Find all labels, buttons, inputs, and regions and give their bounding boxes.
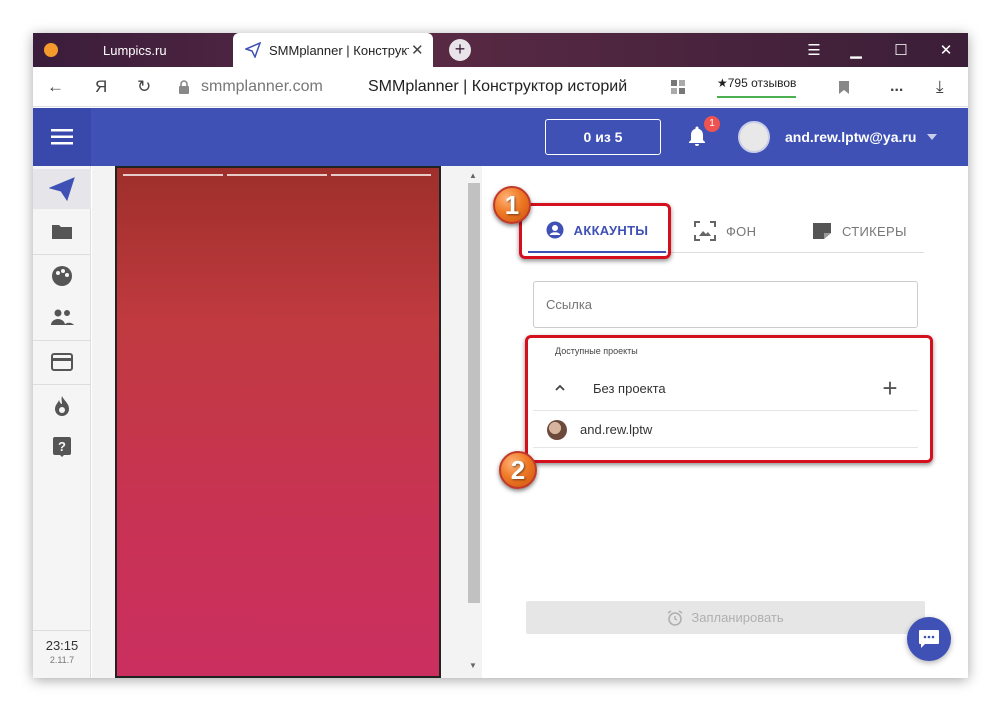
folder-icon — [52, 225, 72, 239]
user-avatar[interactable] — [738, 121, 770, 153]
address-bar: ← Я ↻ smmplanner.com SMMplanner | Констр… — [33, 67, 968, 107]
url-field[interactable]: smmplanner.com — [201, 67, 323, 107]
tab-strip: Lumpics.ru SMMplanner | Конструктор исто… — [33, 33, 968, 67]
clock-time: 23:15 — [45, 638, 79, 653]
sidebar-item-trending[interactable] — [33, 386, 91, 426]
scroll-down-icon[interactable]: ▼ — [469, 661, 477, 670]
link-input[interactable] — [533, 281, 918, 328]
credit-card-icon — [51, 353, 73, 371]
close-tab-icon[interactable]: ✕ — [411, 41, 424, 59]
paper-plane-icon — [245, 42, 261, 58]
more-icon[interactable]: ... — [890, 67, 903, 107]
app-version: 2.11.7 — [49, 655, 75, 665]
tab-stickers[interactable]: СТИКЕРЫ — [812, 209, 907, 253]
sidebar-item-folder[interactable] — [33, 211, 91, 251]
tab-label: ФОН — [726, 223, 757, 239]
flame-icon — [55, 396, 69, 416]
browser-menu-icon[interactable]: ☰ — [791, 33, 837, 67]
bookmark-icon[interactable] — [838, 80, 850, 95]
schedule-label: Запланировать — [691, 610, 784, 625]
scroll-up-icon[interactable]: ▲ — [469, 171, 477, 180]
schedule-button[interactable]: Запланировать — [526, 601, 925, 634]
tab-label: SMMplanner | Конструктор историй — [269, 42, 409, 58]
lock-icon — [179, 80, 189, 94]
chevron-down-icon[interactable] — [927, 134, 937, 140]
step-badge-1: 1 — [493, 186, 531, 224]
tab-label: СТИКЕРЫ — [842, 223, 907, 239]
tab-background[interactable]: ФОН — [694, 209, 756, 253]
story-canvas[interactable] — [115, 166, 441, 678]
tab-smmplanner[interactable]: SMMplanner | Конструктор историй ✕ — [233, 33, 433, 67]
lumpics-favicon-icon — [44, 43, 58, 57]
hamburger-menu-button[interactable] — [33, 108, 91, 166]
extensions-icon[interactable] — [670, 79, 686, 95]
hamburger-icon — [51, 129, 73, 145]
scrollbar-thumb[interactable] — [468, 183, 480, 603]
image-frame-icon — [694, 221, 716, 241]
close-window-icon[interactable]: ✕ — [923, 33, 968, 67]
sidebar-item-help[interactable]: ? — [33, 427, 91, 467]
story-progress-segment — [227, 174, 327, 176]
tab-label: Lumpics.ru — [103, 42, 167, 58]
browser-window: Lumpics.ru SMMplanner | Конструктор исто… — [33, 33, 968, 678]
maximize-icon[interactable]: ☐ — [878, 33, 924, 67]
paper-plane-icon — [49, 177, 75, 201]
people-icon — [51, 309, 74, 325]
reload-icon[interactable]: ↻ — [137, 67, 151, 107]
new-tab-button[interactable]: + — [449, 39, 471, 61]
alarm-clock-icon — [667, 609, 683, 626]
sidebar-item-people[interactable] — [33, 297, 91, 337]
yandex-icon[interactable]: Я — [95, 67, 107, 107]
sidebar-item-payment[interactable] — [33, 342, 91, 382]
step-badge-2: 2 — [499, 451, 537, 489]
user-email[interactable]: and.rew.lptw@ya.ru — [785, 108, 916, 166]
app-header: 0 из 5 1 and.rew.lptw@ya.ru — [33, 108, 968, 166]
minimize-icon[interactable]: ▁ — [833, 33, 879, 67]
chat-icon — [919, 630, 939, 648]
back-arrow-icon[interactable]: ← — [47, 67, 64, 107]
chat-button[interactable] — [907, 617, 951, 661]
sidebar: ? 23:15 2.11.7 — [33, 166, 91, 678]
story-progress-segment — [123, 174, 223, 176]
notification-count-badge: 1 — [704, 116, 720, 132]
reviews-badge[interactable]: ★795 отзывов — [717, 74, 797, 98]
sticker-icon — [813, 223, 831, 239]
sidebar-item-stories[interactable] — [33, 169, 91, 209]
sidebar-item-palette[interactable] — [33, 256, 91, 296]
download-icon[interactable]: ⤓ — [936, 67, 944, 107]
story-progress-segment — [331, 174, 431, 176]
tab-lumpics[interactable]: Lumpics.ru — [33, 33, 233, 67]
stories-counter-button[interactable]: 0 из 5 — [545, 119, 661, 155]
help-icon: ? — [53, 437, 71, 457]
clock: 23:15 2.11.7 — [33, 630, 91, 678]
highlight-projects — [525, 335, 933, 463]
highlight-accounts-tab — [519, 203, 671, 259]
svg-text:?: ? — [58, 439, 66, 454]
palette-icon — [52, 266, 72, 286]
page-title: SMMplanner | Конструктор историй — [368, 78, 628, 95]
